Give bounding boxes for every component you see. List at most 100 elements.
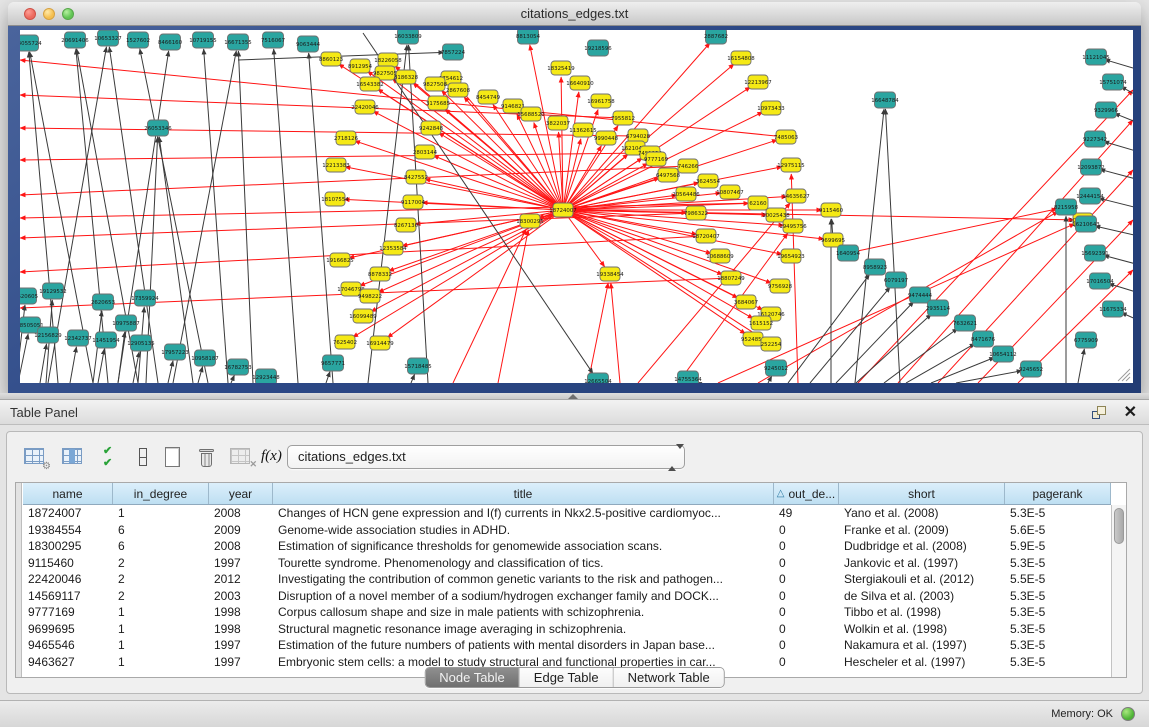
float-panel-icon[interactable] (1091, 405, 1107, 421)
citation-edge-black[interactable] (788, 274, 870, 383)
graph-node-teal[interactable]: 17957223 (161, 344, 188, 360)
cell[interactable]: 0 (774, 655, 839, 669)
cell[interactable]: 9465546 (23, 638, 113, 652)
cell[interactable]: 1 (113, 622, 209, 636)
graph-node-yellow[interactable]: 10688609 (706, 249, 734, 263)
cell[interactable]: 19384554 (23, 523, 113, 537)
table-row[interactable]: 1938455462009Genome-wide association stu… (23, 522, 1111, 539)
cell[interactable]: 1997 (209, 638, 273, 652)
table-row[interactable]: 977716911998Corpus callosum shape and si… (23, 604, 1111, 621)
cell[interactable]: Hescheler et al. (1997) (839, 655, 1005, 669)
cell[interactable]: 5.3E-5 (1005, 655, 1111, 669)
citation-edge-black[interactable] (956, 371, 1022, 383)
graph-node-yellow[interactable]: 16154808 (727, 51, 755, 65)
cell[interactable]: 5.3E-5 (1005, 589, 1111, 603)
graph-node-yellow[interactable]: 7625402 (333, 335, 357, 349)
graph-node-teal[interactable]: 10653327 (94, 30, 121, 46)
graph-node-teal[interactable]: 10654112 (989, 346, 1016, 362)
citation-edge-red[interactable] (563, 210, 753, 319)
network-window-titlebar[interactable]: citations_edges.txt (8, 2, 1141, 26)
cell[interactable]: 0 (774, 523, 839, 537)
graph-node-yellow[interactable]: 16961758 (587, 94, 615, 108)
graph-node-teal[interactable]: 9063444 (296, 36, 321, 52)
cell[interactable]: Franke et al. (2009) (839, 523, 1005, 537)
citation-edge-black[interactable] (885, 109, 900, 383)
graph-node-yellow[interactable]: 7955812 (611, 111, 635, 125)
tab-edge-table[interactable]: Edge Table (520, 668, 614, 687)
cell[interactable]: Dudbridge et al. (2008) (839, 539, 1005, 553)
cell[interactable]: Changes of HCN gene expression and I(f) … (273, 506, 774, 520)
graph-node-teal[interactable]: 9329966 (1094, 102, 1119, 118)
graph-node-yellow[interactable]: 18300295 (516, 214, 543, 228)
column-header-year[interactable]: year (209, 483, 273, 504)
cell[interactable]: 5.3E-5 (1005, 506, 1111, 520)
cell[interactable]: 5.5E-5 (1005, 572, 1111, 586)
tab-network-table[interactable]: Network Table (614, 668, 724, 687)
column-header-title[interactable]: title (273, 483, 774, 504)
graph-node-yellow[interactable]: 8427552 (404, 170, 428, 184)
graph-node-yellow[interactable]: 6497568 (656, 168, 681, 182)
citation-edge-black[interactable] (140, 49, 208, 383)
graph-node-yellow[interactable]: 18226058 (374, 53, 402, 67)
cell[interactable]: 49 (774, 506, 839, 520)
citation-edge-black[interactable] (238, 51, 253, 383)
cell[interactable]: 0 (774, 556, 839, 570)
graph-node-yellow[interactable]: 11362615 (569, 123, 596, 137)
graph-node-teal[interactable]: 7857224 (441, 44, 466, 60)
cell[interactable]: 0 (774, 605, 839, 619)
cell[interactable]: Yano et al. (2008) (839, 506, 1005, 520)
cell[interactable]: 1 (113, 605, 209, 619)
graph-node-yellow[interactable]: 9242848 (419, 121, 444, 135)
cell[interactable]: Disruption of a novel member of a sodium… (273, 589, 774, 603)
graph-node-teal[interactable]: 15751074 (1099, 74, 1127, 90)
citation-edge-black[interactable] (198, 367, 203, 383)
cell[interactable]: 2 (113, 556, 209, 570)
graph-node-yellow[interactable]: 18107554 (321, 192, 349, 206)
graph-node-teal[interactable]: 6775909 (1074, 332, 1099, 348)
citation-edge-black[interactable] (1095, 226, 1133, 235)
graph-node-yellow[interactable]: 22420046 (351, 100, 379, 114)
graph-node-yellow[interactable]: 9827508 (423, 77, 448, 91)
graph-node-yellow[interactable]: 8860123 (319, 52, 343, 66)
cell[interactable]: 0 (774, 622, 839, 636)
graph-node-yellow[interactable]: 20564486 (672, 187, 700, 201)
graph-node-yellow[interactable]: 9756928 (768, 279, 793, 293)
cell[interactable]: 1997 (209, 655, 273, 669)
citation-edge-black[interactable] (1078, 349, 1084, 383)
citation-edge-black[interactable] (409, 45, 428, 383)
network-graph-canvas[interactable]: 1872400788601238912954182260589827505165… (20, 30, 1133, 383)
cell[interactable]: 2008 (209, 506, 273, 520)
citation-edge-black[interactable] (326, 371, 330, 383)
cell[interactable]: Jankovic et al. (1997) (839, 556, 1005, 570)
graph-node-teal[interactable]: 15692391 (1081, 245, 1108, 261)
cell[interactable]: de Silva et al. (2003) (839, 589, 1005, 603)
graph-node-teal[interactable]: 19218596 (584, 40, 612, 56)
table-row[interactable]: 1830029562008Estimation of significance … (23, 538, 1111, 555)
graph-node-yellow[interactable]: 3684067 (734, 295, 758, 309)
citation-edge-black[interactable] (118, 51, 169, 383)
graph-node-teal[interactable]: 11675334 (1099, 301, 1127, 317)
graph-node-teal[interactable]: 10958187 (191, 350, 218, 366)
table-row[interactable]: 1872400712008Changes of HCN gene express… (23, 505, 1111, 522)
graph-node-yellow[interactable]: 62160 (748, 196, 768, 210)
cell[interactable]: 1 (113, 506, 209, 520)
create-column-icon[interactable] (159, 444, 189, 472)
function-builder-icon[interactable]: f(x) (259, 444, 289, 472)
graph-node-teal[interactable]: 17016504 (1086, 273, 1114, 289)
graph-node-yellow[interactable]: 9115460 (819, 203, 844, 217)
graph-node-yellow[interactable]: 10807467 (716, 185, 743, 199)
graph-node-teal[interactable]: 9245652 (1019, 361, 1043, 377)
citation-edge-black[interactable] (856, 314, 931, 383)
cell[interactable]: 9115460 (23, 556, 113, 570)
column-header-name[interactable]: name (23, 483, 113, 504)
graph-node-teal[interactable]: 14755364 (674, 371, 702, 383)
row-height-icon[interactable] (129, 444, 159, 472)
graph-node-teal[interactable]: 12444154 (1076, 188, 1104, 204)
graph-node-yellow[interactable]: 12213383 (322, 158, 349, 172)
cell[interactable]: 22420046 (23, 572, 113, 586)
graph-node-teal[interactable]: 9657771 (321, 355, 345, 371)
citation-edge-black[interactable] (1104, 142, 1133, 151)
citation-edge-black[interactable] (274, 49, 298, 383)
graph-node-teal[interactable]: 6079197 (884, 272, 908, 288)
graph-node-teal[interactable]: 20691406 (61, 32, 89, 48)
